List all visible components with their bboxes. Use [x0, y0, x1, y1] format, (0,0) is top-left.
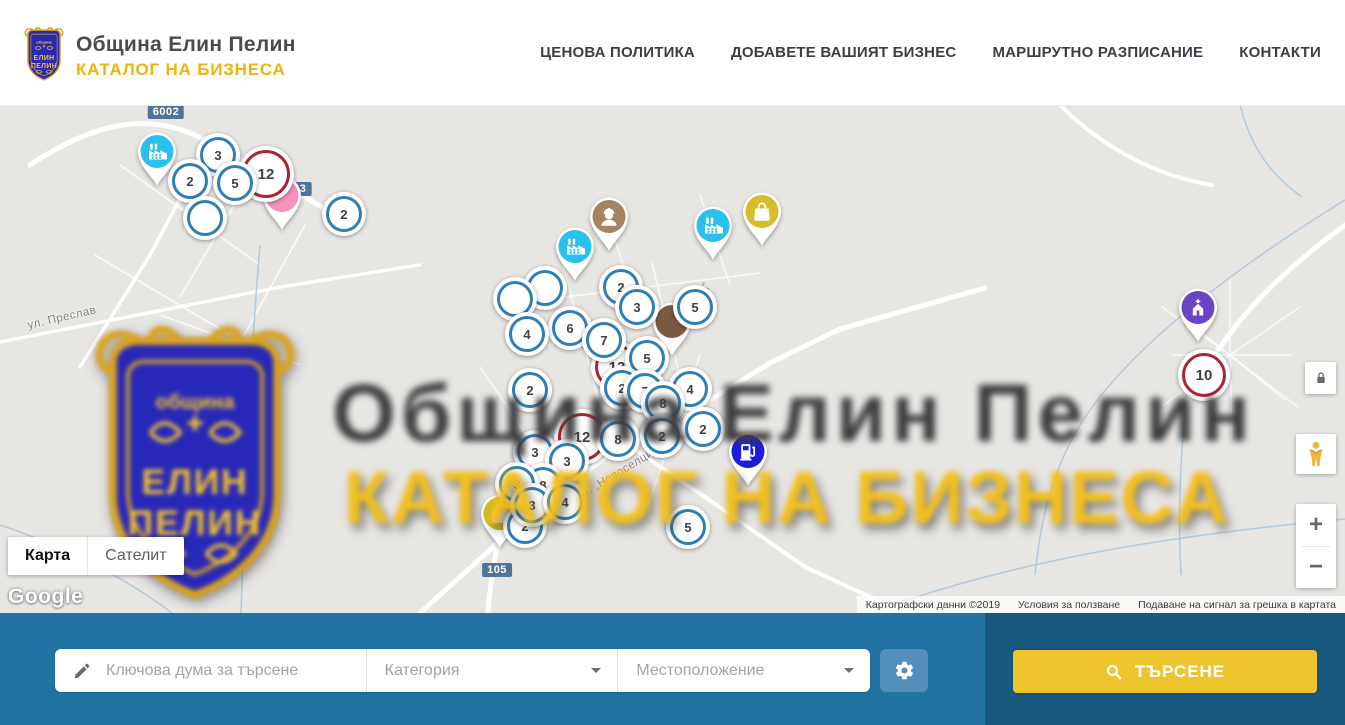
map-type-control: Карта Сателит [8, 537, 184, 575]
cluster-marker[interactable]: 4 [505, 312, 549, 356]
location-select[interactable]: Местоположение [617, 649, 870, 692]
search-fields-bar: Категория Местоположение [55, 649, 870, 692]
nav-item[interactable]: КОНТАКТИ [1239, 44, 1321, 61]
site-title: Община Елин Пелин [76, 33, 296, 57]
site-title-block: Община Елин Пелин КАТАЛОГ НА БИЗНЕСА [76, 33, 296, 80]
business-pin-bag[interactable] [739, 190, 785, 252]
pegman-icon [1305, 441, 1327, 467]
lock-icon [1313, 370, 1329, 386]
keyword-field [55, 649, 366, 692]
map-canvas[interactable]: 60023105ул. Преславбул. „Новоселцици“ [0, 105, 1345, 613]
business-pin-worker[interactable] [586, 195, 632, 257]
watermark-subtitle: КАТАЛОГ НА БИЗНЕСА [344, 455, 1230, 540]
nav-item[interactable]: МАРШРУТНО РАЗПИСАНИЕ [992, 44, 1203, 61]
category-select[interactable]: Категория [366, 649, 618, 692]
main-nav: ЦЕНОВА ПОЛИТИКА ДОБАВЕТЕ ВАШИЯТ БИЗНЕС МАР… [540, 0, 1321, 105]
location-select-value: Местоположение [636, 662, 844, 680]
search-section: Категория Местоположение ТЪРСЕНЕ [0, 613, 1345, 725]
cluster-marker[interactable]: 5 [213, 161, 257, 205]
business-pin-church[interactable] [1175, 286, 1221, 348]
site-subtitle: КАТАЛОГ НА БИЗНЕСА [76, 60, 296, 80]
search-icon [1105, 663, 1123, 681]
keyword-search-input[interactable] [104, 661, 366, 681]
watermark-title: Община Елин Пелин [332, 367, 1255, 461]
attribution-link[interactable]: Условия за ползване [1009, 599, 1129, 611]
business-pin-factory[interactable] [690, 204, 736, 266]
crest-icon [22, 25, 66, 82]
map-attribution: Картографски данни ©2019Условия за ползв… [857, 596, 1345, 613]
search-button-label: ТЪРСЕНЕ [1135, 662, 1225, 682]
chevron-down-icon [844, 668, 854, 678]
zoom-control: + − [1296, 504, 1336, 588]
cluster-count [187, 200, 223, 236]
street-view-pegman-button[interactable] [1296, 434, 1336, 474]
road-shield-label: 105 [482, 563, 512, 577]
gear-icon [894, 660, 915, 681]
chevron-down-icon [591, 668, 601, 678]
cluster-count: 5 [677, 289, 713, 325]
road-shield-label: 6002 [148, 105, 184, 119]
zoom-in-button[interactable]: + [1296, 504, 1336, 546]
cluster-marker[interactable]: 2 [322, 192, 366, 236]
cluster-count: 4 [509, 316, 545, 352]
cluster-marker[interactable]: 7 [582, 318, 626, 362]
site-header: Община Елин Пелин КАТАЛОГ НА БИЗНЕСА ЦЕН… [0, 0, 1345, 106]
cluster-count: 2 [326, 196, 362, 232]
nav-item[interactable]: ЦЕНОВА ПОЛИТИКА [540, 44, 695, 61]
zoom-out-button[interactable]: − [1296, 547, 1336, 589]
cluster-count: 3 [619, 289, 655, 325]
attribution-copyright: Картографски данни ©2019 [857, 599, 1009, 611]
advanced-search-button[interactable] [880, 649, 928, 692]
cluster-marker[interactable] [183, 196, 227, 240]
category-select-value: Категория [385, 662, 592, 680]
cluster-marker[interactable]: 5 [673, 285, 717, 329]
map-type-button-satellite[interactable]: Сателит [87, 537, 183, 575]
google-logo[interactable]: Google [8, 585, 83, 609]
lock-button[interactable] [1305, 362, 1336, 394]
municipality-crest-logo[interactable] [22, 25, 66, 82]
cluster-marker[interactable]: 3 [615, 285, 659, 329]
pencil-icon [73, 661, 92, 680]
cluster-count: 5 [217, 165, 253, 201]
search-button[interactable]: ТЪРСЕНЕ [1013, 650, 1317, 693]
nav-item[interactable]: ДОБАВЕТЕ ВАШИЯТ БИЗНЕС [731, 44, 956, 61]
cluster-count: 7 [586, 322, 622, 358]
attribution-link[interactable]: Подаване на сигнал за грешка в картата [1129, 599, 1345, 611]
cluster-count: 2 [172, 163, 208, 199]
map-type-button-map[interactable]: Карта [8, 537, 87, 575]
